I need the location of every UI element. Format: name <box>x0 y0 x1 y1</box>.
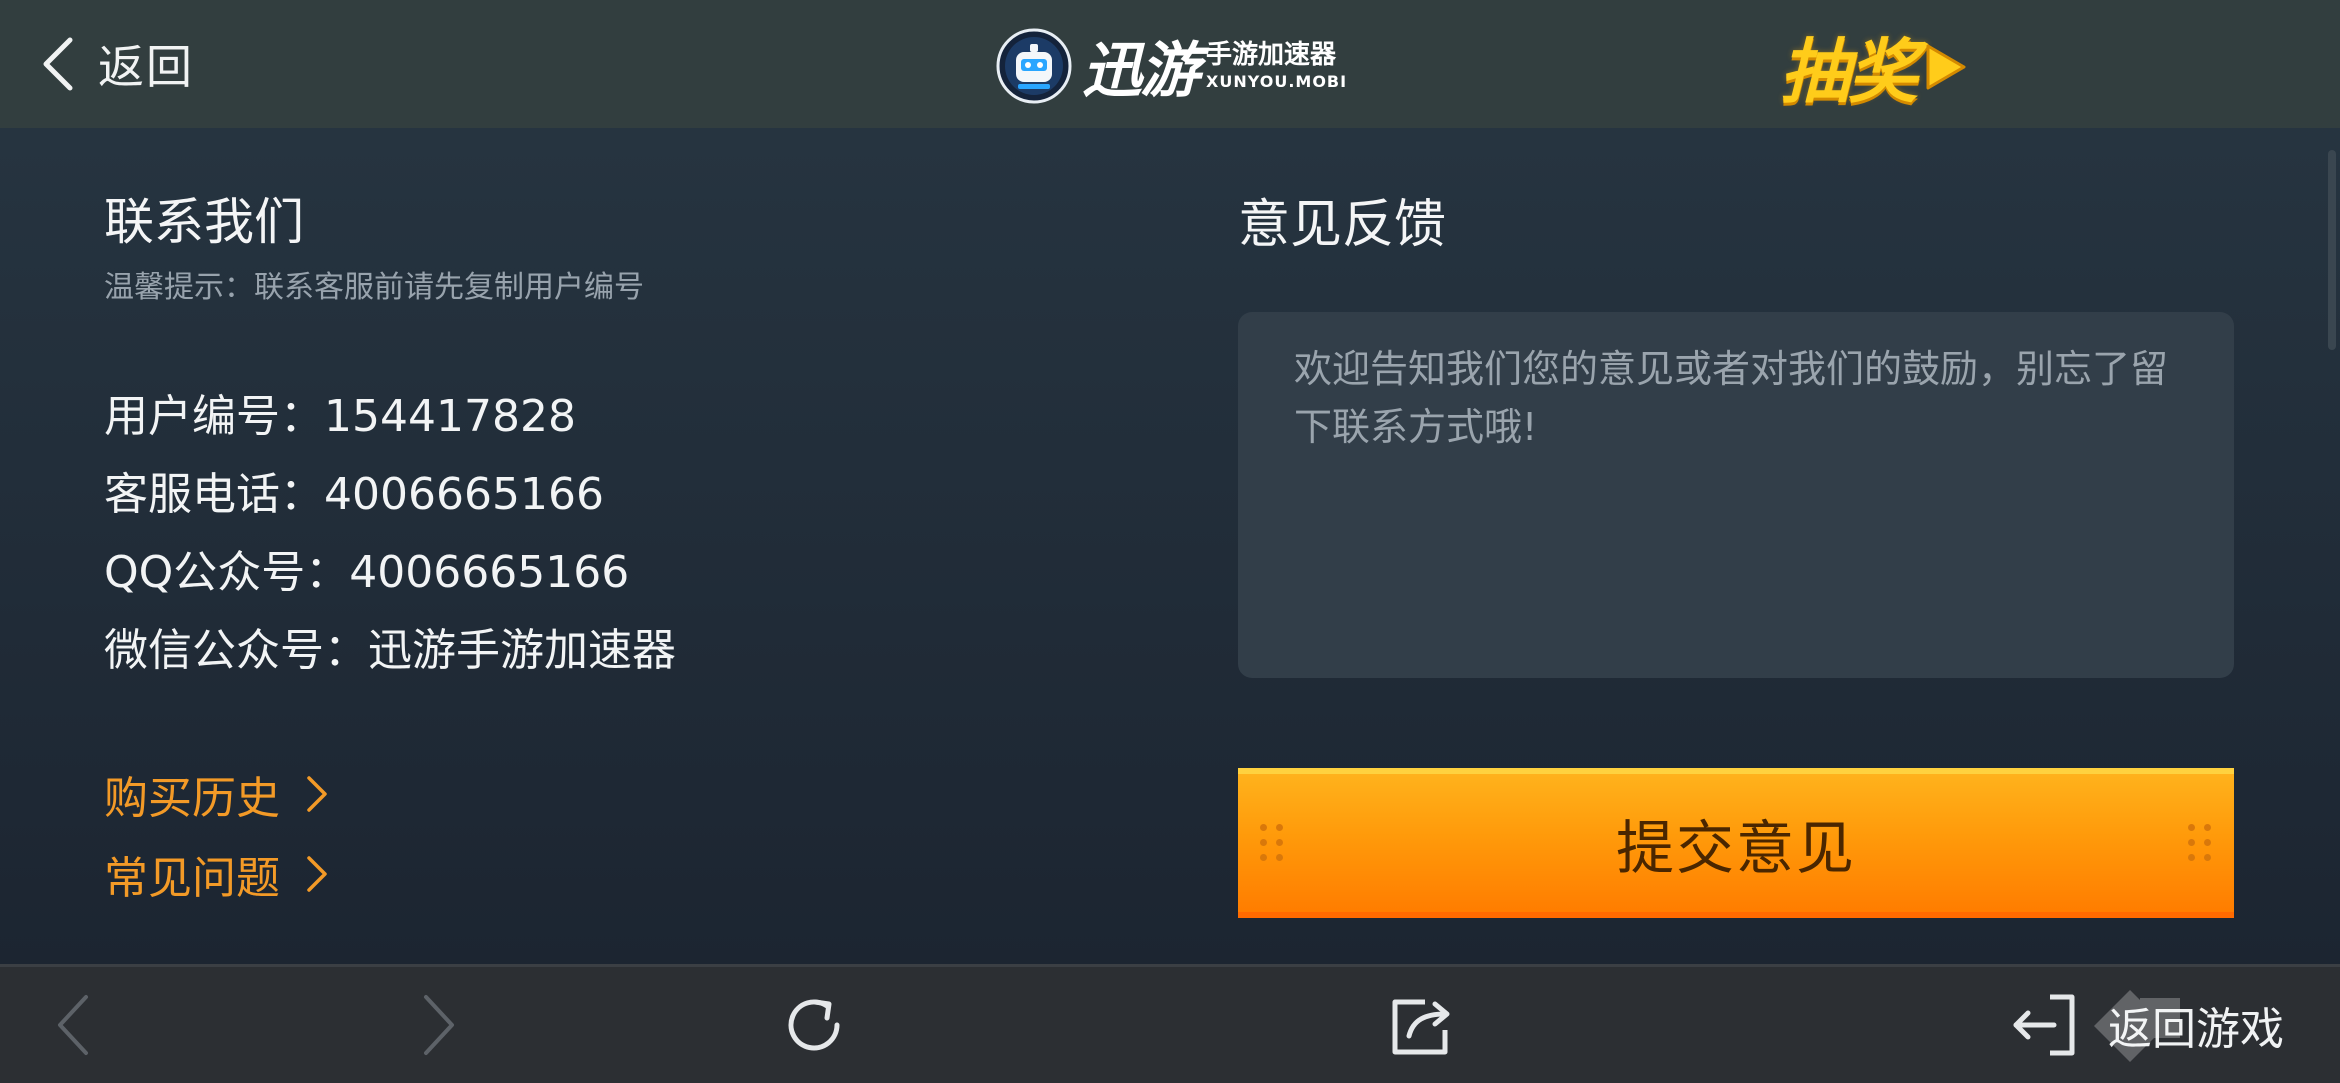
wechat-account-value: 迅游手游加速器 <box>368 625 676 676</box>
qq-account-key: QQ公众号： <box>104 547 350 598</box>
submit-feedback-label: 提交意见 <box>1615 814 1856 882</box>
chevron-right-icon <box>424 995 454 1055</box>
refresh-icon <box>788 999 840 1051</box>
user-id-key: 用户编号： <box>104 391 324 442</box>
brand-url: XUNYOU.MOBI <box>1206 71 1348 91</box>
xunyou-logo: 迅游 手游加速器 XUNYOU.MOBI <box>996 22 1347 109</box>
play-triangle-icon <box>1926 44 1966 89</box>
service-phone-value: 4006665166 <box>324 469 604 520</box>
purchase-history-link[interactable]: 购买历史 <box>104 762 328 826</box>
service-phone-key: 客服电话： <box>104 469 324 520</box>
faq-label: 常见问题 <box>104 853 280 904</box>
scrollbar[interactable] <box>2328 150 2336 350</box>
contact-title: 联系我们 <box>104 193 304 251</box>
service-phone-row: 客服电话：4006665166 <box>104 458 604 522</box>
contact-tip: 温馨提示：联系客服前请先复制用户编号 <box>104 270 644 305</box>
chevron-left-icon <box>43 37 73 91</box>
grip-dots-left-icon <box>1260 824 1284 861</box>
refresh-button[interactable] <box>776 987 852 1063</box>
top-bar: 返回 迅游 手游加速器 XUNYOU.MOBI 抽奖 <box>0 0 2340 128</box>
user-id-row: 用户编号：154417828 <box>104 380 576 444</box>
back-label: 返回 <box>98 40 194 94</box>
feedback-input[interactable] <box>1238 312 2234 678</box>
bottom-toolbar: 返回游戏 <box>0 964 2340 1083</box>
qq-account-row: QQ公众号：4006665166 <box>104 536 629 600</box>
lottery-label: 抽奖 <box>1780 31 1918 113</box>
back-button[interactable]: 返回 <box>40 30 194 98</box>
grip-dots-right-icon <box>2188 824 2212 861</box>
chevron-right-icon <box>307 856 327 892</box>
brand-subtitle: 手游加速器 <box>1206 39 1337 70</box>
lottery-button[interactable]: 抽奖 <box>1780 16 1968 117</box>
robot-badge-icon <box>996 28 1072 103</box>
wechat-account-key: 微信公众号： <box>104 625 368 676</box>
brand-name: 迅游 <box>1082 36 1200 106</box>
watermark-logo-icon <box>2094 990 2180 1062</box>
share-icon <box>1392 999 1450 1055</box>
wechat-account-row: 微信公众号：迅游手游加速器 <box>104 614 676 678</box>
qq-account-value: 4006665166 <box>349 547 630 598</box>
faq-link[interactable]: 常见问题 <box>104 842 328 906</box>
user-id-value: 154417828 <box>324 391 576 442</box>
purchase-history-label: 购买历史 <box>104 773 280 824</box>
nav-back-button[interactable] <box>42 987 102 1063</box>
nav-forward-button[interactable] <box>410 987 470 1063</box>
chevron-right-icon <box>307 776 327 812</box>
submit-feedback-button[interactable]: 提交意见 <box>1238 768 2234 918</box>
chevron-left-icon <box>58 995 88 1055</box>
share-button[interactable] <box>1384 987 1460 1063</box>
feedback-title: 意见反馈 <box>1238 195 1447 255</box>
